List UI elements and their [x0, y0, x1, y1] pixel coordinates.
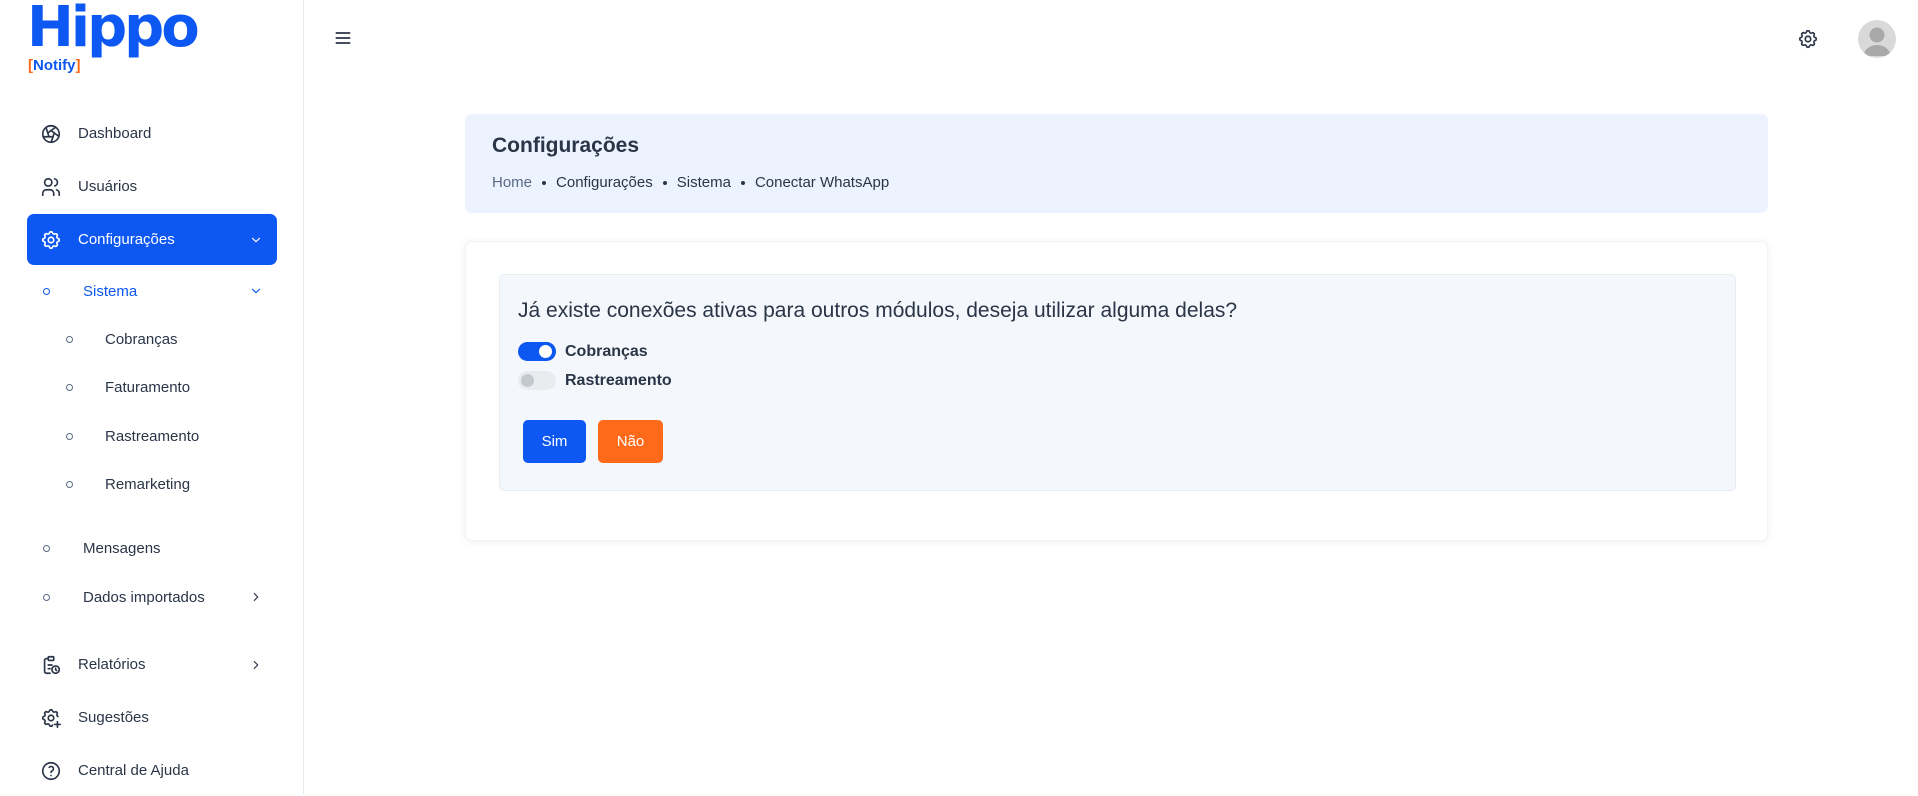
toggle-switch[interactable] — [518, 371, 556, 390]
circle-bullet-icon — [66, 432, 73, 440]
chevron-right-icon — [249, 590, 263, 604]
yes-button[interactable]: Sim — [523, 420, 586, 463]
sidebar-item-label: Dashboard — [78, 125, 152, 142]
user-silhouette-icon — [1863, 27, 1891, 56]
breadcrumb-separator — [740, 180, 745, 185]
circle-bullet-icon — [43, 593, 50, 601]
sidebar-subitem-remarketing[interactable]: Remarketing — [66, 469, 190, 499]
help-circle-icon — [38, 758, 64, 784]
breadcrumb-separator — [662, 180, 667, 185]
sidebar-item-label: Central de Ajuda — [78, 762, 189, 779]
toggle-label: Rastreamento — [565, 371, 672, 389]
sidebar-subitem-label: Faturamento — [105, 378, 191, 396]
sidebar-subitem-label: Dados importados — [83, 588, 205, 606]
breadcrumb-configuracoes[interactable]: Configurações — [556, 174, 653, 191]
hippo-notify-logo[interactable]: Hippo [Notify] — [27, 0, 207, 76]
content-card: Já existe conexões ativas para outros mó… — [465, 241, 1768, 541]
toggle-rastreamento[interactable]: Rastreamento — [518, 371, 672, 390]
users-icon — [38, 174, 64, 200]
logo-wordmark: Hippo — [27, 0, 200, 60]
chevron-down-icon — [249, 284, 263, 298]
sidebar-subitem-label: Sistema — [83, 282, 138, 300]
sidebar-subitem-label: Rastreamento — [105, 427, 200, 445]
circle-bullet-icon — [43, 287, 50, 295]
sidebar-subitem-label: Cobranças — [105, 330, 178, 348]
circle-bullet-icon — [66, 335, 73, 343]
breadcrumb: Home Configurações Sistema Conectar What… — [492, 174, 889, 191]
toggle-cobrancas[interactable]: Cobranças — [518, 342, 648, 361]
circle-bullet-icon — [43, 544, 50, 552]
aperture-icon — [38, 121, 64, 147]
sidebar-subitem-faturamento[interactable]: Faturamento — [66, 372, 190, 402]
chevron-down-icon — [249, 233, 263, 247]
sidebar-subitem-rastreamento[interactable]: Rastreamento — [66, 421, 199, 451]
logo-notify-text: Notify — [33, 57, 76, 74]
sidebar-item-sugestoes[interactable]: Sugestões — [27, 692, 277, 743]
sidebar-subitem-label: Remarketing — [105, 475, 191, 493]
sidebar-subitem-sistema[interactable]: Sistema — [43, 276, 277, 306]
toggle-switch[interactable] — [518, 342, 556, 361]
sidebar-item-relatorios[interactable]: Relatórios — [27, 639, 277, 690]
circle-bullet-icon — [66, 480, 73, 488]
toggle-label: Cobranças — [565, 342, 648, 360]
logo-tagline: [Notify] — [28, 58, 81, 73]
sidebar: Hippo [Notify] Dashboard Usuários Config… — [0, 0, 304, 794]
toggle-knob — [521, 374, 534, 387]
sidebar-subitem-mensagens[interactable]: Mensagens — [43, 533, 277, 563]
sidebar-item-central-de-ajuda[interactable]: Central de Ajuda — [27, 745, 277, 796]
settings-icon — [38, 227, 64, 253]
toggle-knob — [539, 345, 552, 358]
breadcrumb-current: Conectar WhatsApp — [754, 174, 890, 191]
sidebar-item-label: Relatórios — [78, 656, 146, 673]
page-header-card: Configurações Home Configurações Sistema… — [465, 114, 1768, 213]
breadcrumb-home[interactable]: Home — [492, 174, 532, 191]
gear-icon[interactable] — [1797, 28, 1819, 50]
sidebar-subitem-label: Mensagens — [83, 539, 161, 557]
sidebar-item-label: Configurações — [78, 231, 175, 248]
sidebar-item-label: Usuários — [78, 178, 138, 195]
sidebar-subitem-cobrancas[interactable]: Cobranças — [66, 324, 178, 354]
user-avatar[interactable] — [1858, 20, 1896, 58]
sidebar-item-configuracoes[interactable]: Configurações — [27, 214, 277, 265]
sidebar-item-label: Sugestões — [78, 709, 149, 726]
settings-plus-icon — [38, 705, 64, 731]
sidebar-subitem-dados-importados[interactable]: Dados importados — [43, 582, 277, 612]
breadcrumb-separator — [542, 180, 547, 185]
logo-bracket-close: ] — [75, 57, 81, 74]
breadcrumb-sistema[interactable]: Sistema — [677, 174, 731, 191]
clipboard-clock-icon — [38, 652, 64, 678]
reuse-connection-question: Já existe conexões ativas para outros mó… — [518, 299, 1238, 322]
hamburger-icon[interactable] — [333, 28, 353, 48]
no-button[interactable]: Não — [598, 420, 663, 463]
sidebar-item-dashboard[interactable]: Dashboard — [27, 108, 277, 159]
page-title: Configurações — [492, 134, 640, 157]
reuse-connection-panel: Já existe conexões ativas para outros mó… — [499, 274, 1736, 491]
chevron-right-icon — [249, 658, 263, 672]
sidebar-item-usuarios[interactable]: Usuários — [27, 161, 277, 212]
circle-bullet-icon — [66, 383, 73, 391]
